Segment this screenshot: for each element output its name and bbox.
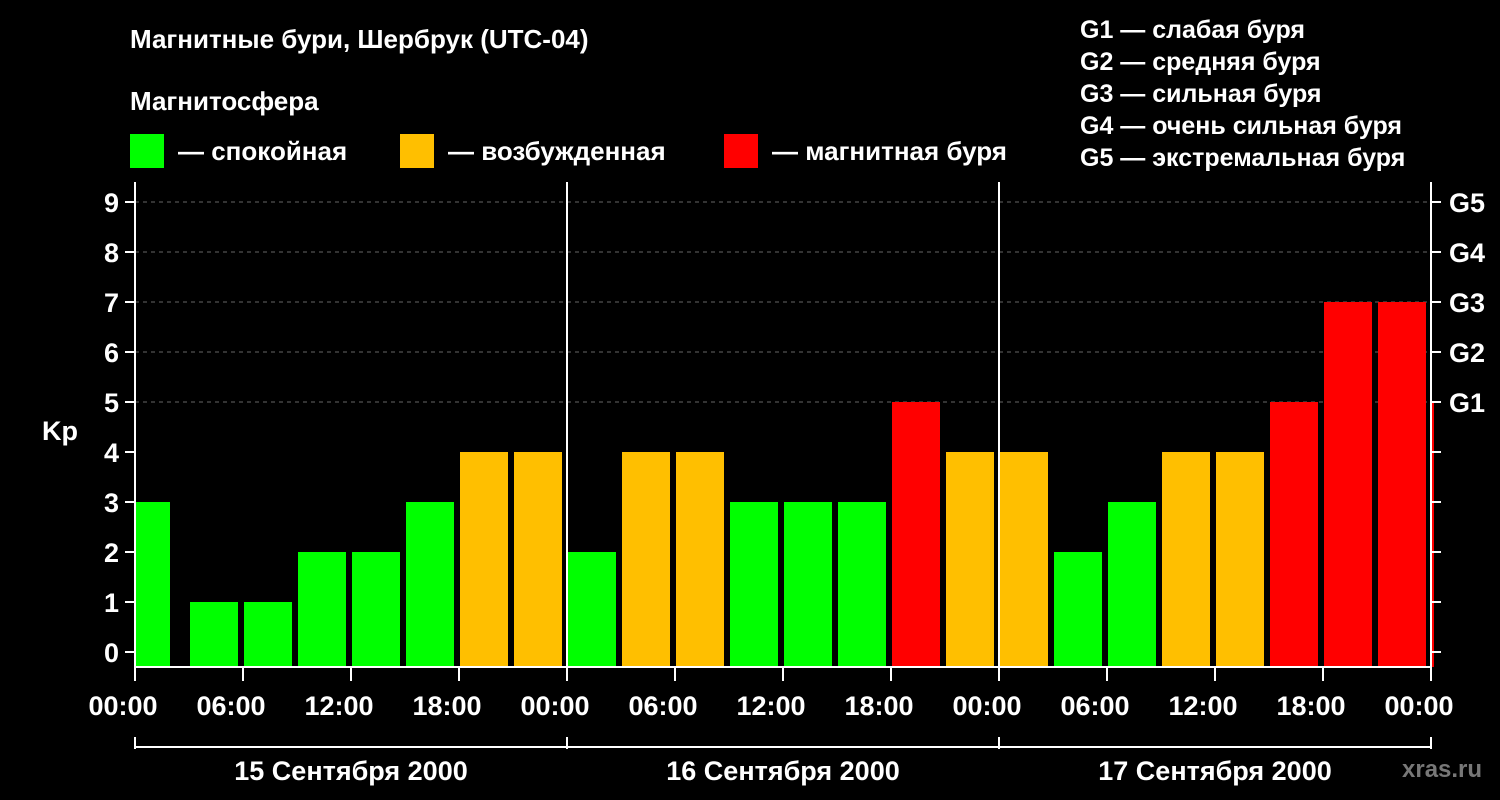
x-tick-label: 18:00 [412, 691, 481, 721]
kp-bar [1162, 452, 1210, 667]
kp-bar [730, 502, 778, 667]
y-tick-label: 2 [104, 538, 119, 568]
y-tick-label: 0 [104, 638, 119, 668]
kp-bar [568, 552, 616, 667]
x-tick-label: 00:00 [1384, 691, 1453, 721]
x-tick-label: 18:00 [1276, 691, 1345, 721]
kp-bar [1432, 402, 1434, 667]
y-axis-title: Kp [42, 416, 78, 446]
kp-bar [1270, 402, 1318, 667]
kp-chart: 0 1 2 3 4 5 6 7 8 9 G1 G2 G3 G4 G5 Kp 00:00 06:00 12:00 18:… [42, 182, 1485, 786]
x-tick-label: 12:00 [1168, 691, 1237, 721]
y-tick-label: 1 [104, 588, 119, 618]
kp-bar [136, 502, 170, 667]
g-scale-label: G3 [1449, 288, 1485, 318]
y-tick-label: 7 [104, 288, 119, 318]
kp-bar [244, 602, 292, 667]
kp-bar [1216, 452, 1264, 667]
day-label: 15 Сентября 2000 [234, 756, 467, 786]
kp-bar [1324, 302, 1372, 667]
y-tick-label: 4 [104, 438, 119, 468]
g-scale-label: G2 [1449, 338, 1485, 368]
day-label: 17 Сентября 2000 [1098, 756, 1331, 786]
kp-bar [352, 552, 400, 667]
x-tick-label: 12:00 [304, 691, 373, 721]
kp-bar [676, 452, 724, 667]
kp-bar [784, 502, 832, 667]
y-tick-label: 6 [104, 338, 119, 368]
kp-bar [892, 402, 940, 667]
kp-bar [460, 452, 508, 667]
g-scale-label: G4 [1449, 238, 1485, 268]
y-tick-label: 8 [104, 238, 119, 268]
x-tick-label: 00:00 [520, 691, 589, 721]
y-tick-label: 9 [104, 188, 119, 218]
kp-bar [946, 452, 994, 667]
x-tick-label: 12:00 [736, 691, 805, 721]
kp-bar [406, 502, 454, 667]
g-scale-label: G1 [1449, 388, 1485, 418]
kp-bar [1108, 502, 1156, 667]
day-label: 16 Сентября 2000 [666, 756, 899, 786]
y-tick-label: 3 [104, 488, 119, 518]
x-tick-label: 06:00 [196, 691, 265, 721]
kp-bar [514, 452, 562, 667]
kp-bar [1000, 452, 1048, 667]
y-tick-label: 5 [104, 388, 119, 418]
watermark: xras.ru [1402, 756, 1483, 783]
x-tick-label: 06:00 [1060, 691, 1129, 721]
g-scale-label: G5 [1449, 188, 1485, 218]
kp-bar [1054, 552, 1102, 667]
x-tick-label: 00:00 [952, 691, 1021, 721]
kp-bar [298, 552, 346, 667]
kp-bar [838, 502, 886, 667]
x-tick-label: 18:00 [844, 691, 913, 721]
x-tick-label: 06:00 [628, 691, 697, 721]
kp-bar [1378, 302, 1426, 667]
x-tick-label: 00:00 [88, 691, 157, 721]
kp-bar [622, 452, 670, 667]
kp-bar [190, 602, 238, 667]
